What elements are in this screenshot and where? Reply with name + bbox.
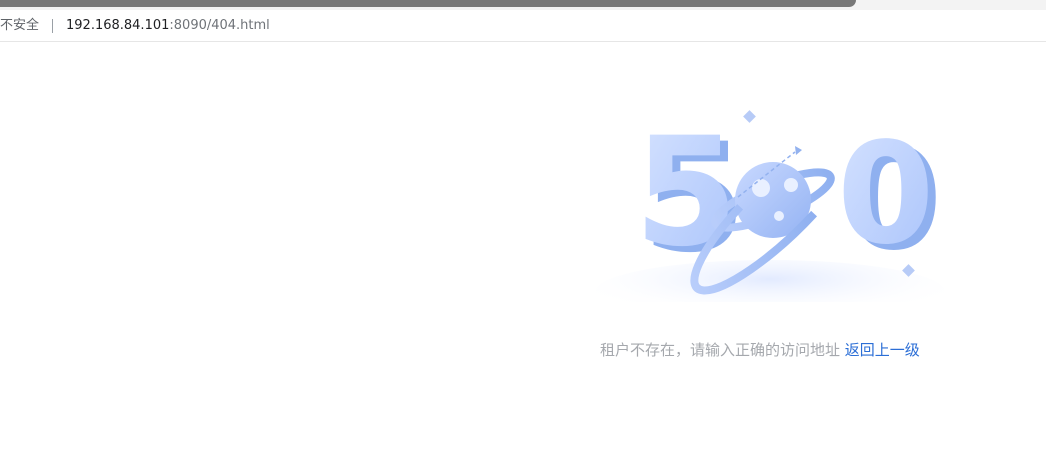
svg-text:0: 0 xyxy=(837,113,934,276)
back-link[interactable]: 返回上一级 xyxy=(845,341,920,359)
address-bar[interactable]: 192.168.84.101:8090/404.html xyxy=(66,17,270,35)
browser-toolbar: 不安全 192.168.84.101:8090/404.html xyxy=(0,10,1046,42)
error-message: 租户不存在，请输入正确的访问地址 返回上一级 xyxy=(600,340,920,360)
digit-5-shape: 5 5 xyxy=(634,106,746,286)
omnibox-separator xyxy=(52,19,53,33)
url-host: 192.168.84.101 xyxy=(66,18,170,33)
security-indicator[interactable]: 不安全 xyxy=(0,17,39,35)
error-text: 租户不存在，请输入正确的访问地址 xyxy=(600,341,841,359)
url-path: :8090/404.html xyxy=(169,18,270,33)
svg-text:5: 5 xyxy=(634,106,738,280)
page-content: 5 5 0 0 租户不存在，请输入正确的访问地址 返回上一级 xyxy=(0,42,1046,470)
digit-0-shape: 0 0 xyxy=(837,113,942,282)
browser-tabstrip xyxy=(0,0,1046,10)
tab-bar[interactable] xyxy=(0,0,856,7)
error-500-illustration: 5 5 0 0 xyxy=(595,106,945,302)
